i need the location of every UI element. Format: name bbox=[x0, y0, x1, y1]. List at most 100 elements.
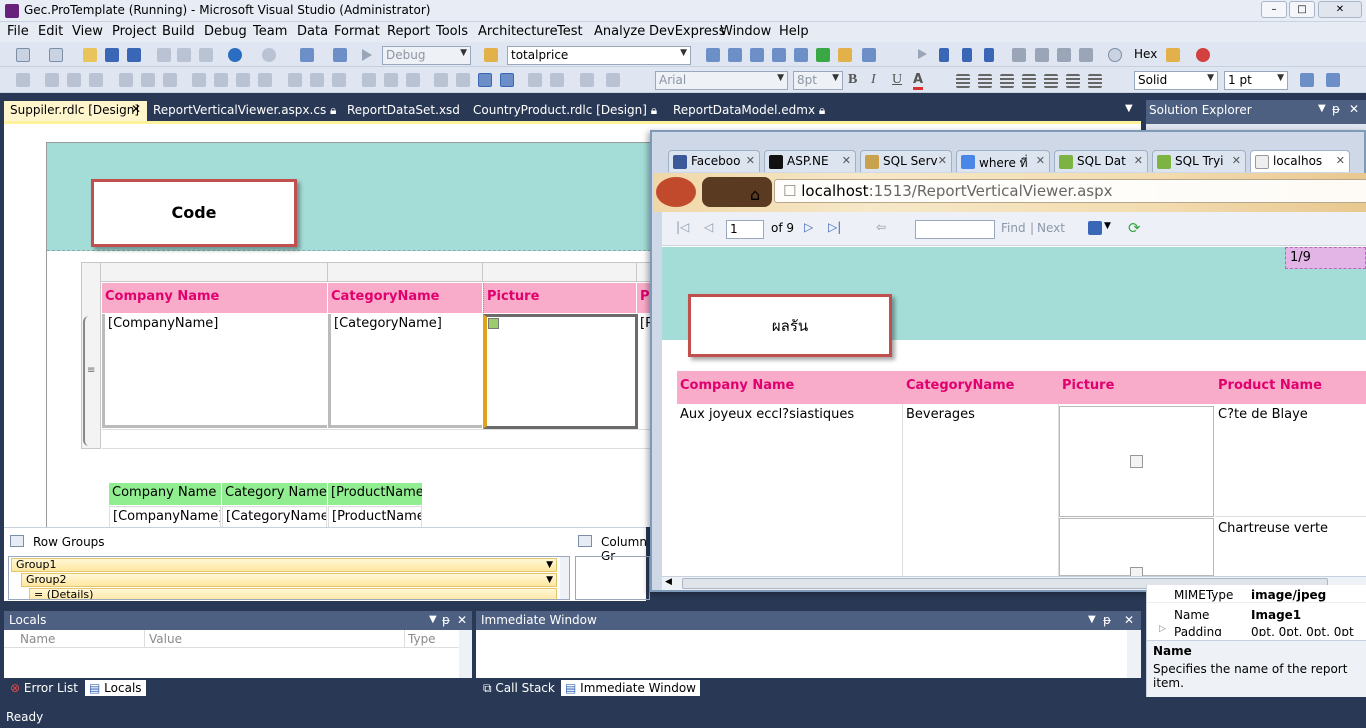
add-item-icon[interactable] bbox=[49, 48, 63, 62]
prop-row-padding[interactable]: ▷ Padding 0pt, 0pt, 0pt, 0pt bbox=[1147, 624, 1366, 636]
save-icon[interactable] bbox=[105, 48, 119, 62]
pin-icon[interactable]: ᵽ bbox=[1332, 102, 1340, 116]
maximize-button[interactable]: □ bbox=[1289, 1, 1315, 18]
green-header-product[interactable]: [ProductName] bbox=[328, 483, 422, 505]
menu-build[interactable]: Build bbox=[162, 24, 195, 39]
menu-view[interactable]: View bbox=[72, 24, 103, 39]
cut-icon[interactable] bbox=[157, 48, 171, 62]
underline-button[interactable]: U bbox=[892, 72, 902, 88]
menu-debug[interactable]: Debug bbox=[204, 24, 247, 39]
step-into-icon[interactable] bbox=[1035, 48, 1049, 62]
browser-tab-google[interactable]: where ที่ ✕ bbox=[956, 150, 1050, 172]
decrease-indent-icon[interactable] bbox=[1066, 74, 1080, 88]
bullets-icon[interactable] bbox=[1022, 74, 1036, 88]
tab-close-icon[interactable]: ✕ bbox=[131, 102, 141, 116]
green-header-category[interactable]: Category Name bbox=[222, 483, 327, 505]
design-field-category[interactable]: [CategoryName] bbox=[328, 314, 482, 428]
font-color-button[interactable]: A bbox=[913, 72, 924, 90]
menu-tools[interactable]: Tools bbox=[436, 24, 468, 39]
decrease-vspacing-icon[interactable] bbox=[406, 73, 420, 87]
solution-config-select[interactable]: Debug ▼ bbox=[382, 46, 471, 65]
row-grip-icon[interactable]: ≡ bbox=[87, 365, 95, 376]
font-family-select[interactable]: Arial ▼ bbox=[655, 71, 788, 90]
menu-format[interactable]: Format bbox=[334, 24, 380, 39]
next-page-icon[interactable]: ▷ bbox=[804, 220, 813, 234]
restart-icon[interactable] bbox=[984, 48, 994, 62]
align-left-icon[interactable] bbox=[956, 74, 970, 88]
dropdown-icon[interactable]: ▼ bbox=[429, 614, 437, 625]
minimize-button[interactable]: – bbox=[1261, 1, 1287, 18]
close-pane-icon[interactable]: ✕ bbox=[1349, 102, 1359, 116]
green-field-product[interactable]: [ProductName] bbox=[328, 506, 422, 527]
design-image-box[interactable] bbox=[483, 314, 638, 429]
find-in-files-icon[interactable] bbox=[484, 48, 498, 62]
dropdown-icon[interactable]: ▼ bbox=[1088, 614, 1096, 625]
immediate-scrollbar[interactable] bbox=[1127, 630, 1141, 678]
scroll-left-icon[interactable]: ◀ bbox=[665, 577, 672, 587]
data-sources-icon[interactable] bbox=[816, 48, 830, 62]
split-cells-icon[interactable] bbox=[580, 73, 594, 87]
browser-tab-aspnet[interactable]: ASP.NE ✕ bbox=[764, 150, 856, 172]
menu-project[interactable]: Project bbox=[112, 24, 156, 39]
server-explorer-icon[interactable] bbox=[794, 48, 808, 62]
border-style-select[interactable]: Solid ▼ bbox=[1134, 71, 1218, 90]
copy-icon[interactable] bbox=[177, 48, 191, 62]
align-center-icon[interactable] bbox=[978, 74, 992, 88]
tab-countryproduct-design[interactable]: CountryProduct.rdlc [Design] 🔒︎ bbox=[467, 101, 663, 121]
tab-suppiler-design[interactable]: Suppiler.rdlc [Design] ✕ bbox=[4, 101, 147, 121]
undo-icon[interactable] bbox=[228, 48, 242, 62]
solution-explorer-icon[interactable] bbox=[706, 48, 720, 62]
close-pane-icon[interactable]: ✕ bbox=[1124, 613, 1134, 627]
refresh-icon[interactable]: ⟳ bbox=[1128, 219, 1141, 237]
menu-report[interactable]: Report bbox=[387, 24, 430, 39]
bring-to-front-icon[interactable] bbox=[500, 73, 514, 87]
step-out-icon[interactable] bbox=[1079, 48, 1093, 62]
continue-icon[interactable] bbox=[918, 49, 927, 59]
navigate-forward-icon[interactable] bbox=[333, 48, 347, 62]
tab-reportdataset-xsd[interactable]: ReportDataSet.xsd bbox=[341, 101, 466, 121]
make-same-height-icon[interactable] bbox=[214, 73, 228, 87]
stack-icon[interactable] bbox=[1166, 48, 1180, 62]
pin-icon[interactable]: ᵽ bbox=[1103, 613, 1111, 627]
find-link[interactable]: Find bbox=[1001, 221, 1026, 235]
bold-button[interactable]: B bbox=[848, 72, 857, 88]
quick-watch-icon[interactable] bbox=[1108, 48, 1122, 62]
browser-tab-sqldata[interactable]: SQL Dat ✕ bbox=[1054, 150, 1148, 172]
menu-analyze[interactable]: Analyze bbox=[594, 24, 645, 39]
new-project-icon[interactable] bbox=[16, 48, 30, 62]
remove-vspacing-icon[interactable] bbox=[434, 73, 448, 87]
green-field-company[interactable]: [CompanyName] bbox=[109, 506, 221, 527]
hex-toggle[interactable]: Hex bbox=[1134, 47, 1157, 61]
border-width-select[interactable]: 1 pt ▼ bbox=[1224, 71, 1288, 90]
browser-tab-sqltry[interactable]: SQL Tryi ✕ bbox=[1152, 150, 1246, 172]
groups-scrollbar[interactable] bbox=[560, 557, 569, 599]
save-all-icon[interactable] bbox=[127, 48, 141, 62]
font-size-select[interactable]: 8pt ▼ bbox=[793, 71, 843, 90]
horizontal-spacing-icon[interactable] bbox=[288, 73, 302, 87]
prev-page-icon[interactable]: ◁ bbox=[704, 220, 713, 234]
design-header-picture[interactable]: Picture bbox=[483, 283, 636, 313]
menu-help[interactable]: Help bbox=[779, 24, 809, 39]
back-to-parent-icon[interactable]: ⇦ bbox=[876, 220, 886, 234]
immediate-input-area[interactable] bbox=[476, 630, 1126, 678]
command-window-icon[interactable] bbox=[862, 48, 876, 62]
center-vertically-icon[interactable] bbox=[478, 73, 492, 87]
align-bottoms-icon[interactable] bbox=[163, 73, 177, 87]
menu-edit[interactable]: Edit bbox=[38, 24, 63, 39]
browser-tab-localhost[interactable]: localhos ✕ bbox=[1250, 150, 1350, 172]
send-to-back-icon[interactable] bbox=[528, 73, 542, 87]
tab-overflow-icon[interactable]: ▼ bbox=[1125, 103, 1133, 114]
locals-col-name[interactable]: Name bbox=[20, 632, 55, 646]
group2-item[interactable]: Group2 ▼ bbox=[21, 573, 557, 587]
menu-team[interactable]: Team bbox=[253, 24, 287, 39]
increase-indent-icon[interactable] bbox=[1088, 74, 1102, 88]
expand-icon[interactable]: ▷ bbox=[1159, 624, 1166, 634]
last-page-icon[interactable]: ▷| bbox=[828, 220, 841, 234]
menu-data[interactable]: Data bbox=[297, 24, 328, 39]
step-over-icon[interactable] bbox=[1057, 48, 1071, 62]
locals-scrollbar[interactable] bbox=[459, 630, 472, 678]
find-text-input[interactable] bbox=[915, 220, 995, 239]
group1-item[interactable]: Group1 ▼ bbox=[11, 558, 557, 572]
export-save-icon[interactable] bbox=[1088, 221, 1102, 235]
align-lefts-icon[interactable] bbox=[45, 73, 59, 87]
